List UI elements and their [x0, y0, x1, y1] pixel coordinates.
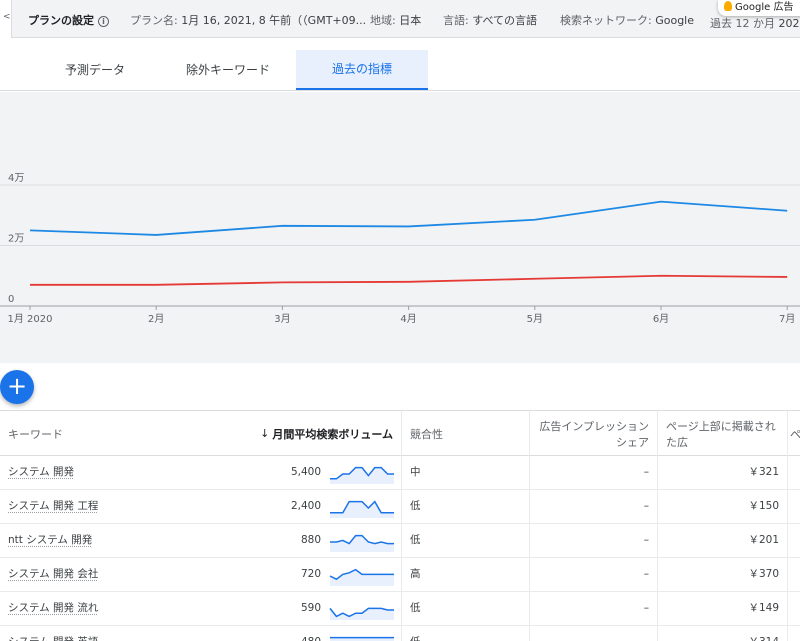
x-tick-label: 7月 — [779, 313, 795, 325]
competition-cell: 低 — [402, 524, 530, 557]
table-row[interactable]: ntt システム 開発 880 低 – ￥201 — [0, 524, 800, 558]
google-ads-badge[interactable]: Google 広告 — [718, 0, 800, 16]
x-tick-label: 2月 — [148, 313, 164, 325]
x-tick-label: 5月 — [527, 313, 543, 325]
competition-cell: 高 — [402, 558, 530, 591]
keyword-cell[interactable]: システム 開発 工程 — [0, 490, 250, 523]
impression-share-cell: – — [530, 456, 658, 489]
lightbulb-icon — [724, 1, 732, 11]
header-keyword[interactable]: キーワード — [0, 411, 250, 456]
keyword-cell[interactable]: システム 開発 英語 — [0, 626, 250, 641]
top-bid-cell: ￥150 — [658, 490, 788, 523]
table-header: キーワード ↓ 月間平均検索ボリューム 競合性 広告インプレッション シェア ページ… — [0, 410, 800, 456]
collapse-handle[interactable]: < — [0, 0, 12, 38]
keyword-cell[interactable]: システム 開発 — [0, 456, 250, 489]
trend-sparkline[interactable] — [328, 462, 396, 484]
x-tick-label: 1月 2020 — [8, 313, 53, 325]
table-row[interactable]: システム 開発 会社 720 高 – ￥370 — [0, 558, 800, 592]
trend-sparkline[interactable] — [328, 530, 396, 552]
impression-share-cell: – — [530, 592, 658, 625]
impression-share-cell: – — [530, 524, 658, 557]
header-top-bid[interactable]: ページ上部に掲載された広 — [658, 411, 788, 456]
trend-sparkline[interactable] — [328, 632, 396, 641]
competition-cell: 中 — [402, 456, 530, 489]
competition-cell: 低 — [402, 592, 530, 625]
table-row[interactable]: システム 開発 流れ 590 低 – ￥149 — [0, 592, 800, 626]
sparkline-area — [330, 570, 394, 586]
x-tick-label: 6月 — [653, 313, 669, 325]
top-bid-cell: ￥321 — [658, 456, 788, 489]
y-tick-label: 4万 — [8, 173, 24, 184]
trend-sparkline[interactable] — [328, 564, 396, 586]
header-more[interactable]: ペ — [788, 411, 800, 456]
series-line-1[interactable] — [30, 276, 787, 285]
historical-chart: 0 2万 4万 1月 2020 2月 3月 4月 5月 6月 7月 — [0, 92, 800, 363]
top-bid-cell: ￥314 — [658, 626, 788, 641]
tab-bar: 予測データ 除外キーワード 過去の指標 — [0, 39, 800, 91]
table-row[interactable]: システム 開発 5,400 中 – ￥321 — [0, 456, 800, 490]
line-chart: 0 2万 4万 1月 2020 2月 3月 4月 5月 6月 7月 — [0, 92, 800, 363]
competition-cell: 低 — [402, 626, 530, 641]
x-tick-label: 4月 — [400, 313, 416, 325]
y-tick-label: 2万 — [8, 234, 24, 245]
language-setting[interactable]: 言語: すべての言語 — [443, 12, 537, 28]
period-setting[interactable]: 過去 12 か月 2020 — [710, 15, 800, 31]
add-button[interactable]: + — [0, 370, 34, 404]
y-tick-label: 0 — [8, 294, 14, 305]
sparkline-area — [330, 502, 394, 518]
header-impression-share[interactable]: 広告インプレッション シェア — [530, 411, 658, 456]
tab-historical-metrics[interactable]: 過去の指標 — [296, 50, 428, 90]
top-bid-cell: ￥370 — [658, 558, 788, 591]
top-bid-cell: ￥149 — [658, 592, 788, 625]
sparkline-area — [330, 536, 394, 552]
trend-sparkline[interactable] — [328, 496, 396, 518]
keyword-cell[interactable]: システム 開発 流れ — [0, 592, 250, 625]
header-volume[interactable]: ↓ 月間平均検索ボリューム — [250, 411, 402, 456]
top-bid-cell: ￥201 — [658, 524, 788, 557]
keyword-cell[interactable]: ntt システム 開発 — [0, 524, 250, 557]
tab-forecast[interactable]: 予測データ — [30, 50, 160, 90]
arrow-down-icon: ↓ — [260, 427, 269, 440]
keyword-table: キーワード ↓ 月間平均検索ボリューム 競合性 広告インプレッション シェア ページ… — [0, 410, 800, 641]
series-line-0[interactable] — [30, 202, 787, 235]
header-competition[interactable]: 競合性 — [402, 411, 530, 456]
plan-settings-bar[interactable]: < プランの設定 i プラン名: 1月 16, 2021, 8 午前（（GMT+0… — [0, 0, 800, 38]
region-setting[interactable]: 地域: 日本 — [370, 12, 421, 28]
impression-share-cell: – — [530, 626, 658, 641]
table-row[interactable]: システム 開発 工程 2,400 低 – ￥150 — [0, 490, 800, 524]
keyword-cell[interactable]: システム 開発 会社 — [0, 558, 250, 591]
tab-negative-keywords[interactable]: 除外キーワード — [163, 50, 293, 90]
network-setting[interactable]: 検索ネットワーク: Google — [560, 12, 694, 28]
info-icon[interactable]: i — [98, 16, 109, 27]
trend-sparkline[interactable] — [328, 598, 396, 620]
plan-name[interactable]: プラン名: 1月 16, 2021, 8 午前（（GMT+09... — [130, 12, 366, 28]
chevron-left-icon: < — [3, 12, 11, 22]
plus-icon: + — [7, 372, 27, 400]
competition-cell: 低 — [402, 490, 530, 523]
impression-share-cell: – — [530, 490, 658, 523]
table-row[interactable]: システム 開発 英語480低–￥314 — [0, 626, 800, 641]
plan-settings-title: プランの設定 i — [28, 12, 109, 28]
impression-share-cell: – — [530, 558, 658, 591]
x-tick-label: 3月 — [274, 313, 290, 325]
